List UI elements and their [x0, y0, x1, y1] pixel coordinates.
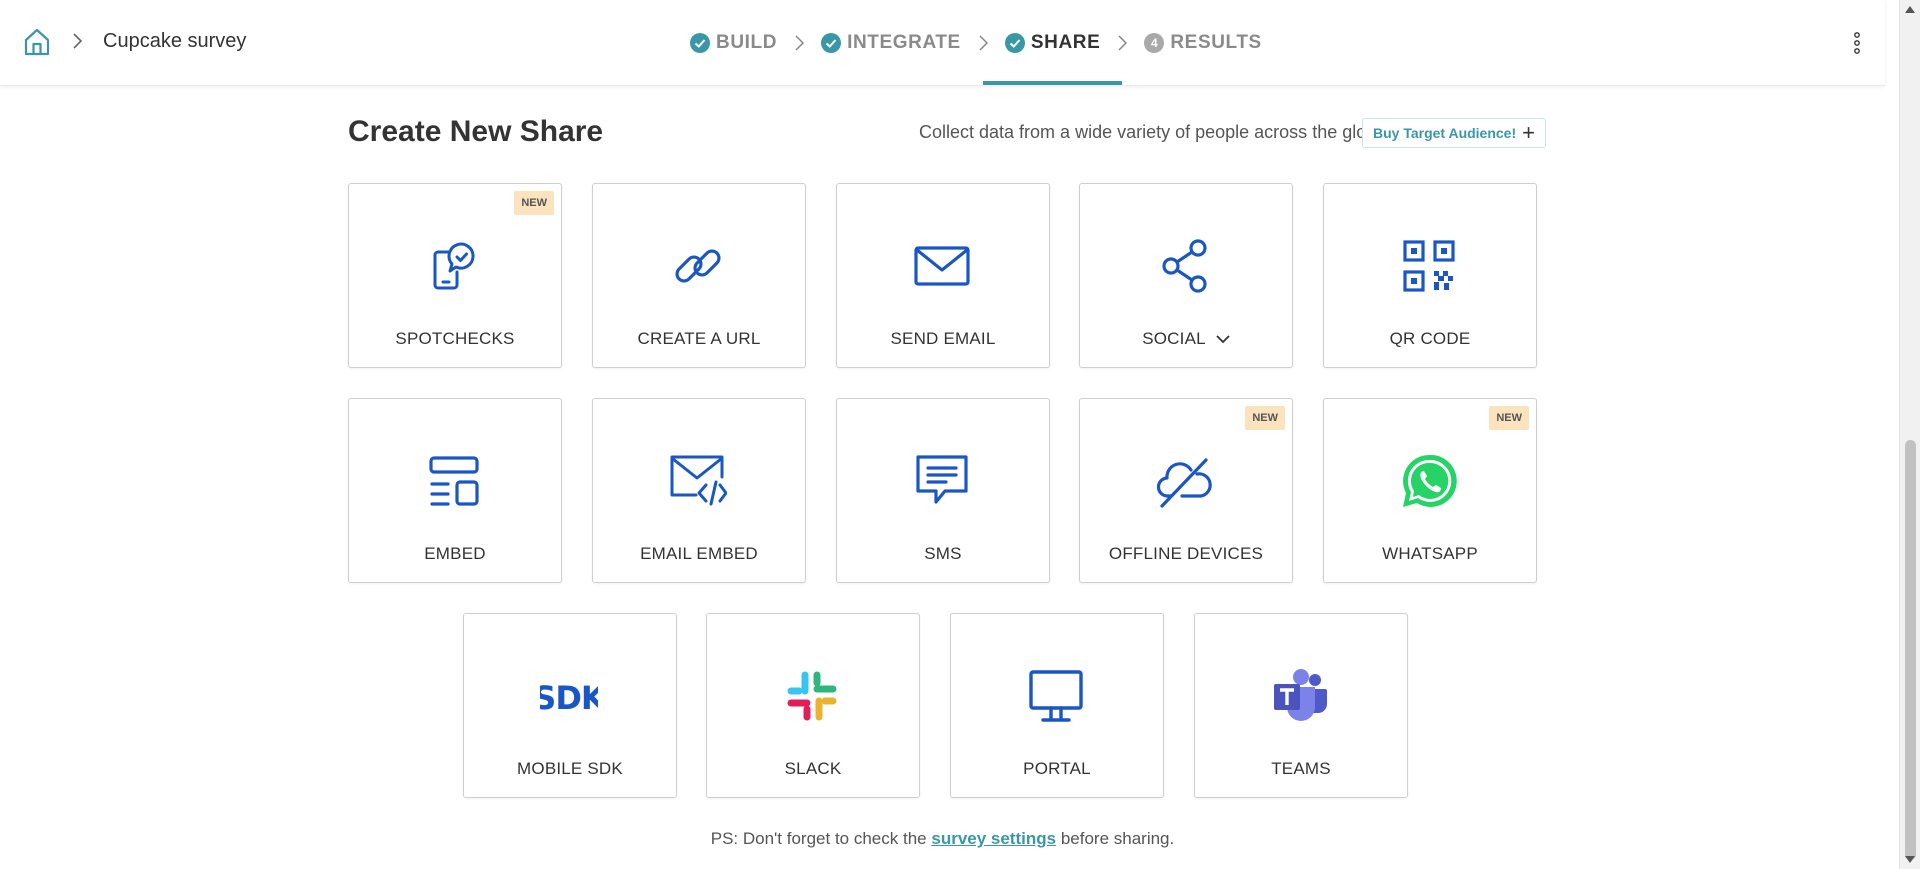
whatsapp-icon	[1403, 454, 1457, 507]
cloud-off-icon	[1156, 458, 1212, 508]
card-label: EMBED	[424, 544, 486, 563]
svg-text:SDK: SDK	[540, 679, 598, 717]
page-title: Create New Share	[348, 115, 604, 148]
monitor-icon	[1029, 670, 1083, 722]
share-card-sms[interactable]: SMS	[836, 398, 1050, 583]
step-label: RESULTS	[1170, 31, 1262, 53]
card-label: MOBILE SDK	[517, 759, 623, 778]
step-build[interactable]: BUILD	[690, 0, 777, 85]
plus-icon: +	[1522, 120, 1535, 145]
slack-icon	[787, 671, 837, 721]
step-label: BUILD	[716, 31, 778, 53]
ps-note: PS: Don't forget to check the survey set…	[710, 829, 1175, 848]
chat-bubble-icon	[916, 455, 968, 504]
envelope-icon	[914, 246, 970, 286]
new-badge: NEW	[1245, 406, 1285, 430]
page-scrollbar[interactable]	[1899, 0, 1920, 869]
card-label: CREATE A URL	[637, 329, 761, 348]
scroll-thumb[interactable]	[1905, 440, 1916, 860]
promo-text: Collect data from a wide variety of peop…	[919, 122, 1387, 142]
survey-settings-link[interactable]: survey settings	[931, 829, 1056, 848]
card-label: WHATSAPP	[1382, 544, 1478, 563]
card-label: OFFLINE DEVICES	[1108, 544, 1264, 563]
scroll-down-icon[interactable]	[1905, 856, 1915, 863]
wizard-steps: BUILD INTEGRATE SHARE 4 RESULTS	[690, 0, 1262, 85]
top-bar: Cupcake survey BUILD INTEGRATE SHARE 4 R…	[0, 0, 1885, 86]
check-circle-icon	[690, 32, 710, 53]
share-card-slack[interactable]: SLACK	[706, 613, 920, 798]
sdk-icon: SDK	[540, 679, 598, 717]
share-card-offline-devices[interactable]: NEW OFFLINE DEVICES	[1079, 398, 1293, 583]
step-number-badge: 4	[1144, 32, 1165, 53]
new-badge: NEW	[514, 191, 554, 215]
step-label: SHARE	[1030, 31, 1101, 53]
check-circle-icon	[1004, 32, 1025, 53]
step-share[interactable]: SHARE	[982, 0, 1122, 85]
survey-title[interactable]: Cupcake survey	[103, 30, 246, 53]
share-card-embed[interactable]: EMBED	[348, 398, 562, 583]
card-label: SOCIAL	[1080, 329, 1292, 349]
share-card-teams[interactable]: TEAMS	[1194, 613, 1408, 798]
share-card-email-embed[interactable]: EMAIL EMBED	[592, 398, 806, 583]
email-code-icon	[670, 455, 727, 506]
more-options-icon[interactable]	[1852, 30, 1862, 56]
breadcrumb-chevron-icon	[73, 33, 83, 49]
scroll-up-icon[interactable]	[1905, 6, 1915, 13]
card-label: QR CODE	[1389, 329, 1471, 348]
share-card-social[interactable]: SOCIAL	[1079, 183, 1293, 368]
qr-code-icon	[1403, 240, 1455, 292]
share-card-send-email[interactable]: SEND EMAIL	[836, 183, 1050, 368]
card-label: SEND EMAIL	[890, 329, 996, 348]
step-results[interactable]: 4 RESULTS	[1144, 0, 1261, 85]
share-card-portal[interactable]: PORTAL	[950, 613, 1164, 798]
share-card-mobile-sdk[interactable]: SDK MOBILE SDK	[463, 613, 677, 798]
share-card-create-url[interactable]: CREATE A URL	[592, 183, 806, 368]
teams-icon	[1274, 669, 1327, 721]
share-card-whatsapp[interactable]: NEW WHATSAPP	[1323, 398, 1537, 583]
step-integrate[interactable]: INTEGRATE	[821, 0, 961, 85]
step-chevron-icon	[1118, 34, 1128, 51]
step-label: INTEGRATE	[847, 31, 961, 53]
buy-target-audience-button[interactable]: Buy Target Audience! +	[1362, 118, 1546, 148]
link-icon	[675, 249, 721, 283]
card-label: SLACK	[784, 759, 842, 778]
card-label: SPOTCHECKS	[395, 329, 515, 348]
share-card-qr-code[interactable]: QR CODE	[1323, 183, 1537, 368]
card-label: TEAMS	[1271, 759, 1331, 778]
chevron-down-icon[interactable]	[1216, 334, 1230, 344]
buy-button-label: Buy Target Audience!	[1373, 125, 1517, 141]
card-label: EMAIL EMBED	[640, 544, 758, 563]
check-circle-icon	[821, 32, 842, 53]
embed-icon	[429, 456, 479, 506]
step-chevron-icon	[795, 34, 805, 51]
card-label: SMS	[924, 544, 962, 563]
new-badge: NEW	[1489, 406, 1529, 430]
card-label: PORTAL	[1023, 759, 1091, 778]
home-icon[interactable]	[22, 27, 52, 57]
share-card-spotchecks[interactable]: NEW SPOTCHECKS	[348, 183, 562, 368]
phone-check-icon	[433, 242, 475, 290]
step-chevron-icon	[979, 34, 988, 51]
share-icon	[1162, 239, 1207, 293]
